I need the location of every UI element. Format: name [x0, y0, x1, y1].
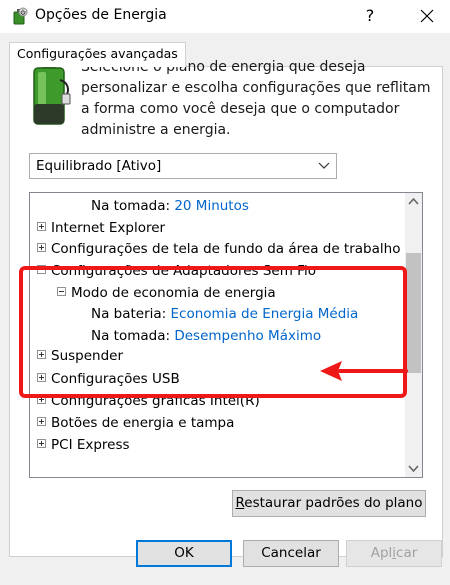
collapse-icon[interactable] — [37, 265, 46, 274]
expand-icon[interactable] — [37, 222, 46, 231]
apply-button[interactable]: Aplicar — [346, 540, 442, 567]
tree-row-on-battery[interactable]: Na bateria: Economia de Energia Média — [91, 303, 358, 325]
vertical-scrollbar[interactable] — [405, 193, 422, 477]
close-button[interactable] — [409, 2, 445, 30]
power-options-icon — [13, 7, 28, 25]
title-bar: Opções de Energia ? — [0, 0, 450, 33]
collapse-icon[interactable] — [57, 287, 66, 296]
power-plan-select[interactable]: Equilibrado [Ativo] — [29, 153, 337, 179]
expand-icon[interactable] — [37, 439, 46, 448]
expand-icon[interactable] — [37, 417, 46, 426]
close-icon — [420, 9, 434, 23]
window-title: Opções de Energia — [35, 7, 167, 23]
power-plan-select-value: Equilibrado [Ativo] — [36, 158, 162, 174]
expand-icon[interactable] — [37, 350, 46, 359]
tree-row-value[interactable]: Desempenho Máximo — [174, 328, 321, 344]
chevron-down-icon — [318, 162, 330, 169]
restore-defaults-button[interactable]: Restaurar padrões do plano — [232, 490, 426, 517]
scroll-down-button[interactable] — [405, 460, 422, 477]
tree-row-value[interactable]: Economia de Energia Média — [171, 306, 359, 322]
ok-button[interactable]: OK — [136, 540, 232, 567]
expand-icon[interactable] — [37, 243, 46, 252]
intro-text: Selecione o plano de energia que deseja … — [81, 59, 431, 138]
tree-row-value[interactable]: 20 Minutos — [174, 198, 249, 214]
tree-row-plugged-in-timeout[interactable]: Na tomada: 20 Minutos — [91, 195, 249, 217]
expand-icon[interactable] — [37, 373, 46, 382]
tree-row-plugged-in[interactable]: Na tomada: Desempenho Máximo — [91, 325, 321, 347]
scroll-thumb[interactable] — [406, 253, 421, 373]
cancel-button[interactable]: Cancelar — [243, 540, 339, 567]
expand-icon[interactable] — [37, 395, 46, 404]
scroll-up-button[interactable] — [405, 193, 422, 210]
chevron-up-icon — [408, 197, 419, 205]
help-button[interactable]: ? — [358, 4, 382, 28]
chevron-down-icon — [408, 465, 419, 473]
tab-advanced-settings[interactable]: Configurações avançadas — [9, 42, 186, 67]
battery-icon — [33, 62, 71, 125]
settings-tree[interactable]: Na tomada: 20 Minutos Internet Explorer … — [29, 192, 423, 478]
